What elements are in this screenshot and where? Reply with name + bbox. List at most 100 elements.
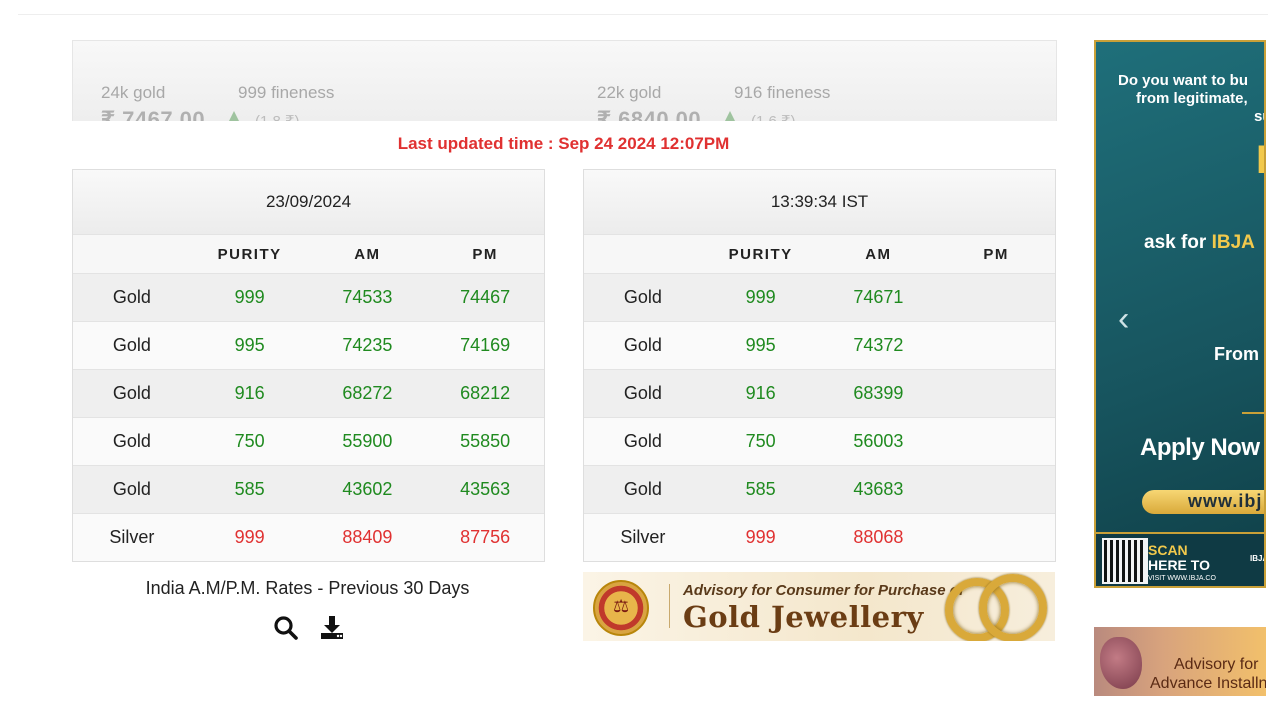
ad-from-text: From bbox=[1214, 344, 1259, 364]
qr-code-icon bbox=[1102, 538, 1148, 584]
am-cell: 68399 bbox=[853, 383, 904, 403]
table-row: Gold 999 74671 bbox=[584, 274, 1055, 322]
ad-scan-text: SCAN bbox=[1148, 542, 1188, 558]
ad-text-line: su bbox=[1254, 108, 1264, 125]
purity-cell: 750 bbox=[234, 431, 265, 451]
purity-cell: 585 bbox=[234, 479, 265, 499]
purity-cell: 999 bbox=[745, 287, 776, 307]
purity-cell: 585 bbox=[745, 479, 776, 499]
advisory-title: Gold Jewellery bbox=[683, 600, 924, 634]
arrow-up-icon bbox=[228, 111, 240, 121]
previous-30-days-link[interactable]: India A.M/P.M. Rates - Previous 30 Days bbox=[72, 578, 543, 599]
purity-cell: 916 bbox=[234, 383, 265, 403]
ticker-fineness-1: 999 fineness bbox=[238, 83, 335, 102]
purity-cell: 916 bbox=[745, 383, 776, 403]
ticker-fineness-2: 916 fineness bbox=[734, 83, 831, 102]
ad-visit-text: VISIT WWW.IBJA.CO bbox=[1148, 575, 1216, 582]
metal-cell: Gold bbox=[112, 287, 151, 307]
metal-cell: Gold bbox=[112, 431, 151, 451]
table-row: Gold 750 56003 bbox=[584, 418, 1055, 466]
metal-cell: Silver bbox=[109, 527, 155, 547]
am-cell: 74235 bbox=[342, 335, 393, 355]
ticker-karat-2: 22k gold bbox=[597, 83, 662, 102]
ad-brand-small: IBJA bbox=[1250, 554, 1264, 563]
purity-cell: 999 bbox=[234, 287, 265, 307]
pm-cell: 74467 bbox=[460, 287, 511, 307]
am-cell: 43602 bbox=[342, 479, 393, 499]
search-icon[interactable] bbox=[272, 614, 300, 642]
ad-apply-text: Apply Now fo bbox=[1140, 434, 1264, 461]
am-cell: 74533 bbox=[342, 287, 393, 307]
table-row: Silver 999 88068 bbox=[584, 514, 1055, 561]
ticker-karat-1: 24k gold bbox=[101, 83, 166, 102]
table-row: Gold 585 43683 bbox=[584, 466, 1055, 514]
pm-cell: 43563 bbox=[460, 479, 511, 499]
small-ad-line2: Advance Installn bbox=[1150, 675, 1266, 692]
table-row: Gold 995 74235 74169 bbox=[73, 322, 544, 370]
ticker-price-2: ₹ 6840.00 bbox=[597, 107, 702, 121]
ad-text-line: Do you want to bu bbox=[1118, 72, 1248, 89]
ibja-seal-logo: ⚖ bbox=[593, 580, 649, 636]
metal-cell: Gold bbox=[112, 479, 151, 499]
download-icon[interactable] bbox=[318, 614, 346, 642]
ticker-change-2: (1.6 ₹) bbox=[751, 112, 796, 121]
table-column-headers: PURITY AM PM bbox=[73, 235, 544, 274]
pm-cell: 55850 bbox=[460, 431, 511, 451]
column-pm: PM bbox=[472, 245, 498, 263]
pm-cell: 68212 bbox=[460, 383, 511, 403]
table-row: Gold 995 74372 bbox=[584, 322, 1055, 370]
column-purity: PURITY bbox=[217, 245, 282, 263]
table-row: Gold 916 68399 bbox=[584, 370, 1055, 418]
column-pm: PM bbox=[983, 245, 1009, 263]
ad-big-letter: I bbox=[1256, 138, 1264, 183]
purity-cell: 999 bbox=[234, 527, 265, 547]
table-row: Gold 999 74533 74467 bbox=[73, 274, 544, 322]
metal-cell: Gold bbox=[623, 479, 662, 499]
rates-table-live: 13:39:34 IST PURITY AM PM Gold 999 74671… bbox=[583, 169, 1056, 562]
am-cell: 43683 bbox=[853, 479, 904, 499]
ticker-price-1: ₹ 7467.00 bbox=[101, 107, 206, 121]
column-am: AM bbox=[865, 245, 892, 263]
last-updated-time: Last updated time : Sep 24 2024 12:07PM bbox=[397, 134, 730, 153]
chevron-left-icon[interactable]: ‹ bbox=[1118, 300, 1129, 339]
ad-ask-brand: IBJA bbox=[1211, 232, 1255, 253]
arrow-up-icon bbox=[724, 111, 736, 121]
metal-cell: Gold bbox=[623, 431, 662, 451]
table-row: Gold 916 68272 68212 bbox=[73, 370, 544, 418]
am-cell: 74372 bbox=[853, 335, 904, 355]
metal-cell: Gold bbox=[623, 335, 662, 355]
am-cell: 55900 bbox=[342, 431, 393, 451]
price-ticker: 24k gold 999 fineness ₹ 7467.00 (1.8 ₹) … bbox=[72, 40, 1057, 121]
metal-cell: Gold bbox=[623, 287, 662, 307]
table-row: Silver 999 88409 87756 bbox=[73, 514, 544, 561]
purity-cell: 999 bbox=[745, 527, 776, 547]
ad-divider bbox=[1242, 412, 1264, 414]
banner-separator bbox=[669, 584, 670, 628]
table-column-headers: PURITY AM PM bbox=[584, 235, 1055, 274]
ticker-change-1: (1.8 ₹) bbox=[255, 112, 300, 121]
pm-cell: 87756 bbox=[460, 527, 511, 547]
table-row: Gold 750 55900 55850 bbox=[73, 418, 544, 466]
gold-jewellery-advisory-banner[interactable]: ⚖ Advisory for Consumer for Purchase of … bbox=[583, 572, 1055, 641]
purity-cell: 995 bbox=[234, 335, 265, 355]
table-time-header: 13:39:34 IST bbox=[584, 170, 1055, 235]
column-am: AM bbox=[354, 245, 381, 263]
ad-text-line: from legitimate, bbox=[1136, 90, 1248, 107]
gold-ring-image bbox=[979, 574, 1047, 641]
top-divider bbox=[18, 14, 1268, 15]
pm-cell: 74169 bbox=[460, 335, 511, 355]
ibja-side-advertisement[interactable]: Do you want to bu from legitimate, su I … bbox=[1094, 40, 1266, 588]
am-cell: 88409 bbox=[342, 527, 393, 547]
advisory-subtitle: Advisory for Consumer for Purchase of bbox=[683, 582, 964, 599]
table-row: Gold 585 43602 43563 bbox=[73, 466, 544, 514]
advance-installment-ad[interactable]: Advisory for Advance Installn bbox=[1094, 627, 1266, 696]
ad-url: www.ibj bbox=[1188, 491, 1263, 511]
am-cell: 88068 bbox=[853, 527, 904, 547]
table-date-header: 23/09/2024 bbox=[73, 170, 544, 235]
metal-cell: Silver bbox=[620, 527, 666, 547]
purity-cell: 750 bbox=[745, 431, 776, 451]
column-purity: PURITY bbox=[728, 245, 793, 263]
metal-cell: Gold bbox=[112, 335, 151, 355]
am-cell: 74671 bbox=[853, 287, 904, 307]
ad-ask-text: ask for IBJA bbox=[1144, 232, 1255, 254]
